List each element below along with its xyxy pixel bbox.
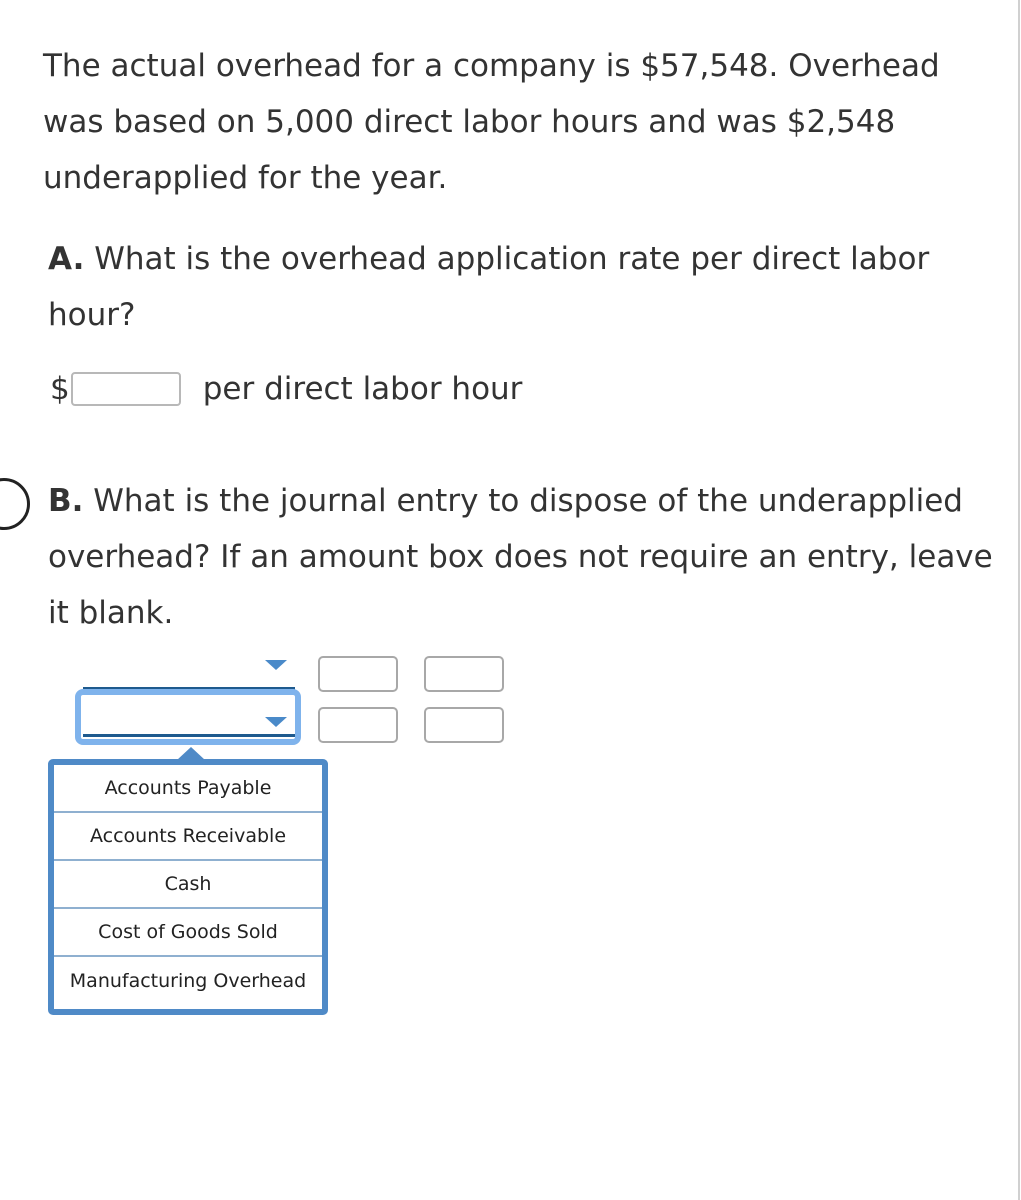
question-a-label: A. (48, 241, 85, 277)
dollar-sign: $ (50, 371, 70, 407)
question-b-label: B. (48, 483, 84, 519)
journal-row-1-credit-input[interactable] (424, 656, 504, 692)
question-b-text: What is the journal entry to dispose of … (48, 483, 993, 631)
chevron-down-icon (265, 660, 287, 670)
dropdown-option-accounts-receivable[interactable]: Accounts Receivable (54, 813, 322, 861)
dropdown-option-manufacturing-overhead[interactable]: Manufacturing Overhead (54, 957, 322, 1005)
rate-unit-label: per direct labor hour (202, 371, 523, 407)
problem-statement: The actual overhead for a company is $57… (43, 48, 940, 196)
question-a: A. What is the overhead application rate… (48, 231, 988, 343)
question-a-text: What is the overhead application rate pe… (48, 241, 930, 333)
account-dropdown-menu: Accounts Payable Accounts Receivable Cas… (48, 759, 328, 1015)
scroll-edge-divider (1018, 0, 1020, 1200)
dropdown-option-cash[interactable]: Cash (54, 861, 322, 909)
dropdown-option-cost-of-goods-sold[interactable]: Cost of Goods Sold (54, 909, 322, 957)
journal-row-2-focus-ring (75, 689, 301, 745)
journal-row-1-account-select[interactable] (83, 660, 295, 690)
journal-row-2-debit-input[interactable] (318, 707, 398, 743)
rate-answer-row: $ per direct labor hour (50, 366, 522, 412)
journal-row-1-debit-input[interactable] (318, 656, 398, 692)
rate-input[interactable] (70, 372, 181, 406)
cursor-circle-marker (0, 478, 30, 530)
journal-row-2-credit-input[interactable] (424, 707, 504, 743)
dropdown-option-accounts-payable[interactable]: Accounts Payable (54, 765, 322, 813)
question-b: B. What is the journal entry to dispose … (48, 473, 1008, 641)
chevron-down-icon (265, 717, 287, 727)
journal-row-2-account-select[interactable] (83, 701, 295, 737)
